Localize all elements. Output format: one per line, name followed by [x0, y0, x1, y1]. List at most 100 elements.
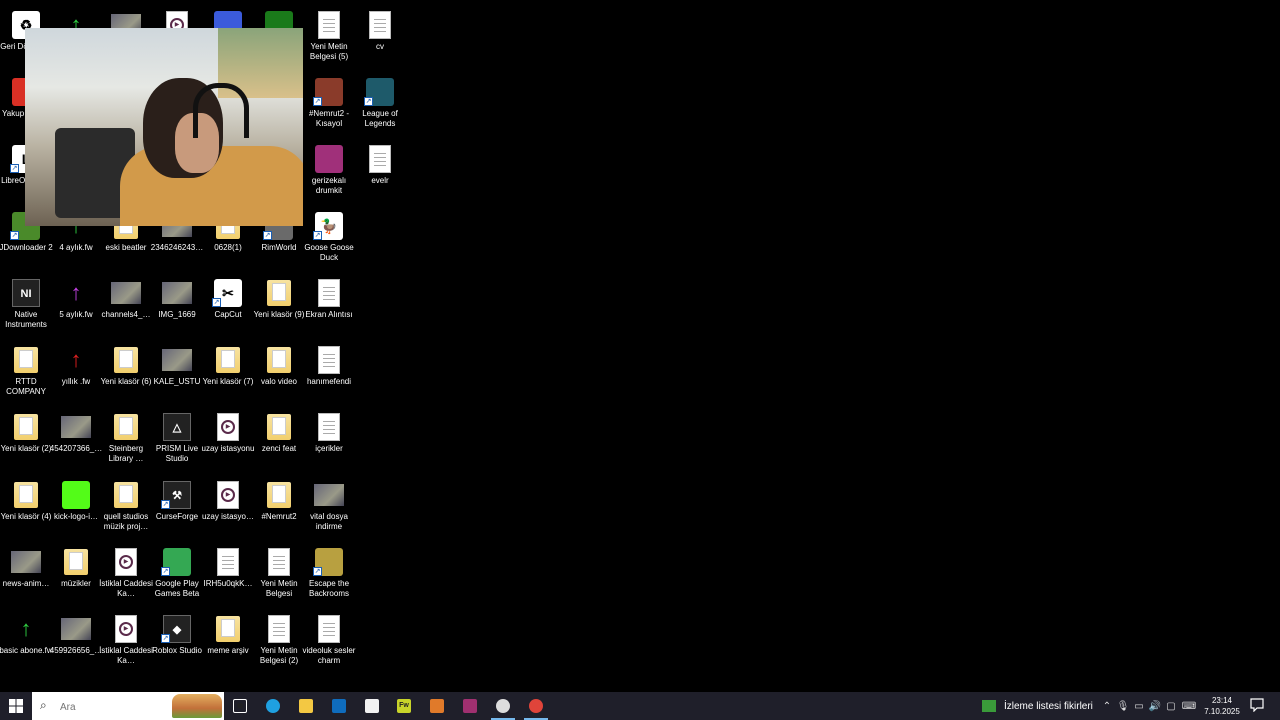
shortcut-arrow-icon: ↗: [10, 164, 19, 173]
desktop-icon-image: ▶: [111, 547, 141, 577]
desktop-icon[interactable]: ↗ #Nemrut2 - Kısayol: [303, 71, 355, 137]
edge-icon: [266, 699, 280, 713]
desktop-icon[interactable]: Yeni klasör (2): [0, 406, 52, 472]
watchlist-widget[interactable]: İzleme listesi fikirleri: [982, 692, 1093, 720]
desktop-icon-label: vital dosya indirme: [310, 512, 348, 531]
desktop-icon[interactable]: ✂ ↗ CapCut: [202, 272, 254, 338]
desktop-icon[interactable]: valo video: [253, 339, 305, 405]
taskbar-shield-app-button[interactable]: [421, 692, 453, 720]
shortcut-arrow-icon: ↗: [263, 231, 272, 240]
microphone-icon[interactable]: 🎙: [1115, 692, 1131, 720]
desktop-icon[interactable]: ↑ yıllık .fw: [50, 339, 102, 405]
desktop-icon[interactable]: meme arşiv: [202, 608, 254, 674]
desktop-icon[interactable]: ▶ uzay istasyo…: [202, 474, 254, 540]
desktop-icon[interactable]: KALE_USTU: [151, 339, 203, 405]
taskbar-winrar-button[interactable]: [454, 692, 486, 720]
desktop-icon[interactable]: ↑ 5 aylık.fw: [50, 272, 102, 338]
taskbar-store-button[interactable]: [356, 692, 388, 720]
desktop-icon-image: ↑: [61, 345, 91, 375]
desktop-icon[interactable]: hanımefendi: [303, 339, 355, 405]
start-button[interactable]: [0, 692, 32, 720]
taskbar-file-explorer-button[interactable]: [290, 692, 322, 720]
desktop-icon[interactable]: 🦆 ↗ Goose Goose Duck: [303, 205, 355, 271]
desktop-icon-label: Yeni Metin Belgesi: [260, 579, 298, 598]
folder-icon: [267, 482, 291, 508]
desktop-icon[interactable]: ◆ ↗ Roblox Studio: [151, 608, 203, 674]
clock-time: 23:14: [1211, 696, 1233, 705]
desktop-icon[interactable]: 459926656_…: [50, 608, 102, 674]
volume-icon[interactable]: 🔊: [1147, 692, 1163, 720]
desktop-icon-image: [61, 614, 91, 644]
desktop-icon[interactable]: Yeni Metin Belgesi (2): [253, 608, 305, 674]
shortcut-arrow-icon: ↗: [212, 298, 221, 307]
desktop-icon[interactable]: news-anim…: [0, 541, 52, 607]
taskbar-outlook-button[interactable]: [323, 692, 355, 720]
desktop-icon-label: Google Play Games Beta: [154, 579, 200, 598]
keyboard-icon[interactable]: ⌨: [1181, 692, 1197, 720]
taskbar-search[interactable]: ⌕: [32, 692, 224, 720]
desktop-icon-label: 459926656_…: [49, 646, 103, 655]
desktop-icon[interactable]: △ PRISM Live Studio: [151, 406, 203, 472]
desktop-icon-label: Roblox Studio: [152, 646, 202, 655]
notification-icon[interactable]: [1250, 698, 1264, 712]
desktop-icon-image: [11, 480, 41, 510]
desktop-icon[interactable]: Yeni klasör (7): [202, 339, 254, 405]
desktop-icon[interactable]: Steinberg Library …: [100, 406, 152, 472]
desktop-icon[interactable]: ↗ Google Play Games Beta: [151, 541, 203, 607]
taskbar-task-view-button[interactable]: ⧉: [224, 692, 256, 720]
desktop-icon-label: hanımefendi: [306, 377, 352, 386]
desktop-icon-image: [162, 345, 192, 375]
chevron-up-icon[interactable]: ⌃: [1099, 692, 1115, 720]
desktop-icon[interactable]: cv: [354, 4, 406, 70]
taskbar-fireworks-button[interactable]: Fw: [388, 692, 420, 720]
desktop-icon[interactable]: ↗ League of Legends: [354, 71, 406, 137]
desktop-icon[interactable]: Ekran Alıntısı: [303, 272, 355, 338]
meet-now-icon[interactable]: ▢: [1163, 692, 1179, 720]
desktop-icon-label: evelr: [371, 176, 389, 185]
desktop-icon[interactable]: kick-logo-i…: [50, 474, 102, 540]
desktop-icon[interactable]: quell studios müzik proj…: [100, 474, 152, 540]
webcam-overlay: [25, 28, 303, 226]
taskbar-chrome-button[interactable]: [520, 692, 552, 720]
taskbar-edge-button[interactable]: [257, 692, 289, 720]
desktop-icon[interactable]: Yeni klasör (4): [0, 474, 52, 540]
desktop-icon[interactable]: #Nemrut2: [253, 474, 305, 540]
desktop-icon[interactable]: videoluk sesler charm: [303, 608, 355, 674]
shield-app-icon: [430, 699, 444, 713]
clock[interactable]: 23:14 7.10.2025: [1200, 695, 1244, 717]
desktop-icon[interactable]: NI Native Instruments: [0, 272, 52, 338]
text-file-icon: [369, 145, 391, 173]
desktop-icon-label: Native Instruments: [5, 310, 47, 329]
network-icon[interactable]: ▭: [1131, 692, 1147, 720]
desktop-icon[interactable]: RTTD COMPANY: [0, 339, 52, 405]
desktop-icon[interactable]: 454207366_…: [50, 406, 102, 472]
desktop-icon[interactable]: ▶ İstiklal Caddesi Ka…: [99, 608, 153, 674]
taskbar-obs-button[interactable]: [487, 692, 519, 720]
task-view-icon: ⧉: [233, 699, 247, 713]
obs-icon: [496, 699, 510, 713]
folder-icon: [267, 280, 291, 306]
desktop-icon-label: valo video: [260, 377, 298, 386]
desktop-icon[interactable]: ↑ basic abone.fw: [0, 608, 53, 674]
desktop-icon-label: meme arşiv: [207, 646, 249, 655]
desktop-icon-image: [264, 547, 294, 577]
desktop-icon[interactable]: Yeni Metin Belgesi: [253, 541, 305, 607]
desktop-icon[interactable]: ⚒ ↗ CurseForge: [151, 474, 203, 540]
desktop-icon[interactable]: Yeni Metin Belgesi (5): [303, 4, 355, 70]
desktop-icon[interactable]: IMG_1669: [151, 272, 203, 338]
desktop-icon[interactable]: vital dosya indirme: [303, 474, 355, 540]
desktop-icon[interactable]: channels4_…: [100, 272, 152, 338]
desktop-icon[interactable]: ▶ uzay istasyonu: [202, 406, 254, 472]
desktop-icon[interactable]: ↗ Escape the Backrooms: [303, 541, 355, 607]
desktop-icon[interactable]: zenci feat: [253, 406, 305, 472]
search-input[interactable]: [58, 698, 182, 716]
desktop-icon[interactable]: IRH5u0qkK…: [202, 541, 254, 607]
desktop-icon[interactable]: müzikler: [50, 541, 102, 607]
desktop-icon[interactable]: ▶ İstiklal Caddesi Ka…: [99, 541, 153, 607]
desktop-icon[interactable]: Yeni klasör (9): [253, 272, 305, 338]
desktop-icon[interactable]: gerizekalı drumkit: [303, 138, 355, 204]
desktop-icon-label: cv: [376, 42, 384, 51]
desktop-icon[interactable]: Yeni klasör (6): [100, 339, 152, 405]
desktop-icon[interactable]: evelr: [354, 138, 406, 204]
desktop-icon[interactable]: içerikler: [303, 406, 355, 472]
